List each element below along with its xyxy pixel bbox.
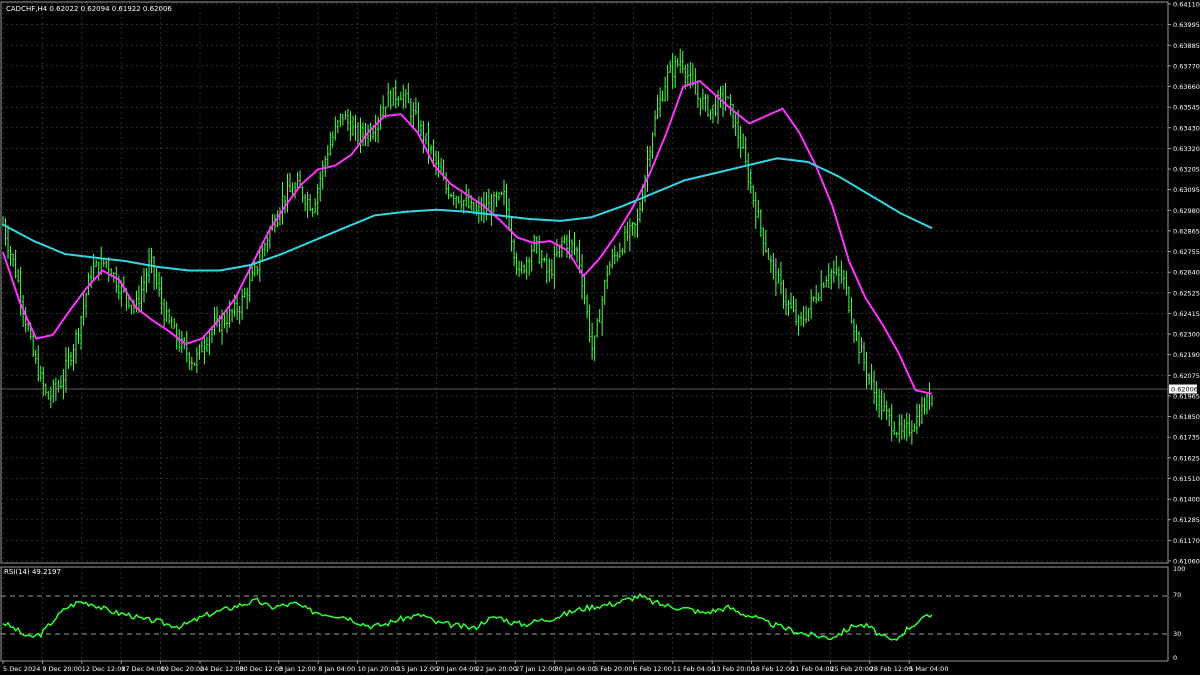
- price-tick-label: 0.63995: [1173, 21, 1200, 29]
- time-tick-label: 3 Jan 12:00: [279, 665, 316, 673]
- price-tick-label: 0.62075: [1173, 372, 1200, 380]
- time-tick-label: 28 Feb 12:00: [870, 665, 913, 673]
- time-tick-label: 10 Jan 20:00: [358, 665, 399, 673]
- price-tick-label: 0.62865: [1173, 227, 1200, 235]
- time-tick-label: 24 Dec 12:00: [200, 665, 244, 673]
- price-tick-label: 0.62525: [1173, 289, 1200, 297]
- time-tick-label: 9 Dec 20:00: [42, 665, 82, 673]
- price-tick-label: 0.61285: [1173, 516, 1200, 524]
- time-tick-label: 13 Feb 20:00: [712, 665, 755, 673]
- time-tick-label: 12 Dec 12:00: [82, 665, 126, 673]
- time-tick-label: 27 Jan 12:00: [515, 665, 556, 673]
- price-tick-label: 0.61170: [1173, 537, 1200, 545]
- time-tick-label: 18 Feb 12:00: [752, 665, 795, 673]
- time-tick-label: 5 Mar 04:00: [909, 665, 948, 673]
- price-tick-label: 0.61965: [1173, 392, 1200, 400]
- chart-background: [0, 0, 1200, 675]
- price-tick-label: 0.61625: [1173, 454, 1200, 462]
- price-tick-label: 0.62415: [1173, 310, 1200, 318]
- price-tick-label: 0.62190: [1173, 351, 1200, 359]
- symbol-header: CADCHF,H4 0.62022 0.62094 0.61922 0.6200…: [6, 5, 172, 13]
- rsi-tick-label: 70: [1173, 591, 1181, 599]
- price-tick-label: 0.61510: [1173, 475, 1200, 483]
- price-tick-label: 0.62640: [1173, 269, 1200, 277]
- chart-canvas[interactable]: 100 70 30 0 0.64110 0.63995 0.63885 0.63770 0.6…: [0, 0, 1200, 675]
- rsi-tick-label: 100: [1173, 565, 1185, 573]
- time-tick-label: 11 Feb 04:00: [673, 665, 716, 673]
- time-tick-label: 3 Feb 20:00: [594, 665, 633, 673]
- price-tick-label: 0.64110: [1173, 1, 1200, 9]
- chart-window[interactable]: 100 70 30 0 0.64110 0.63995 0.63885 0.63770 0.6…: [0, 0, 1200, 675]
- current-price-label: 0.62006: [1171, 385, 1198, 393]
- time-tick-label: 25 Feb 20:00: [830, 665, 873, 673]
- price-tick-label: 0.63545: [1173, 104, 1200, 112]
- price-tick-label: 0.61400: [1173, 496, 1200, 504]
- time-tick-label: 30 Jan 04:00: [555, 665, 596, 673]
- price-tick-label: 0.63660: [1173, 83, 1200, 91]
- price-tick-label: 0.62755: [1173, 248, 1200, 256]
- time-tick-label: 5 Dec 2024: [3, 665, 40, 673]
- time-tick-label: 22 Jan 20:00: [476, 665, 517, 673]
- rsi-tick-label: 0: [1173, 654, 1177, 662]
- price-tick-label: 0.63320: [1173, 145, 1200, 153]
- price-tick-label: 0.61735: [1173, 434, 1200, 442]
- price-tick-label: 0.62980: [1173, 207, 1200, 215]
- price-tick-label: 0.61060: [1173, 558, 1200, 566]
- rsi-tick-label: 30: [1173, 630, 1181, 638]
- time-tick-label: 30 Dec 12:00: [239, 665, 283, 673]
- time-tick-label: 17 Dec 04:00: [121, 665, 165, 673]
- price-tick-label: 0.62300: [1173, 331, 1200, 339]
- time-tick-label: 15 Jan 12:00: [397, 665, 438, 673]
- price-tick-label: 0.63095: [1173, 186, 1200, 194]
- price-tick-label: 0.63885: [1173, 42, 1200, 50]
- rsi-header: RSI(14) 49.2197: [4, 568, 61, 576]
- time-tick-label: 20 Jan 04:00: [436, 665, 477, 673]
- time-tick-label: 19 Dec 20:00: [161, 665, 205, 673]
- price-tick-label: 0.63770: [1173, 62, 1200, 70]
- time-tick-label: 21 Feb 04:00: [791, 665, 834, 673]
- price-tick-label: 0.63205: [1173, 166, 1200, 174]
- price-tick-label: 0.61850: [1173, 413, 1200, 421]
- time-tick-label: 8 Jan 04:00: [318, 665, 355, 673]
- time-tick-label: 6 Feb 12:00: [633, 665, 672, 673]
- price-tick-label: 0.63430: [1173, 124, 1200, 132]
